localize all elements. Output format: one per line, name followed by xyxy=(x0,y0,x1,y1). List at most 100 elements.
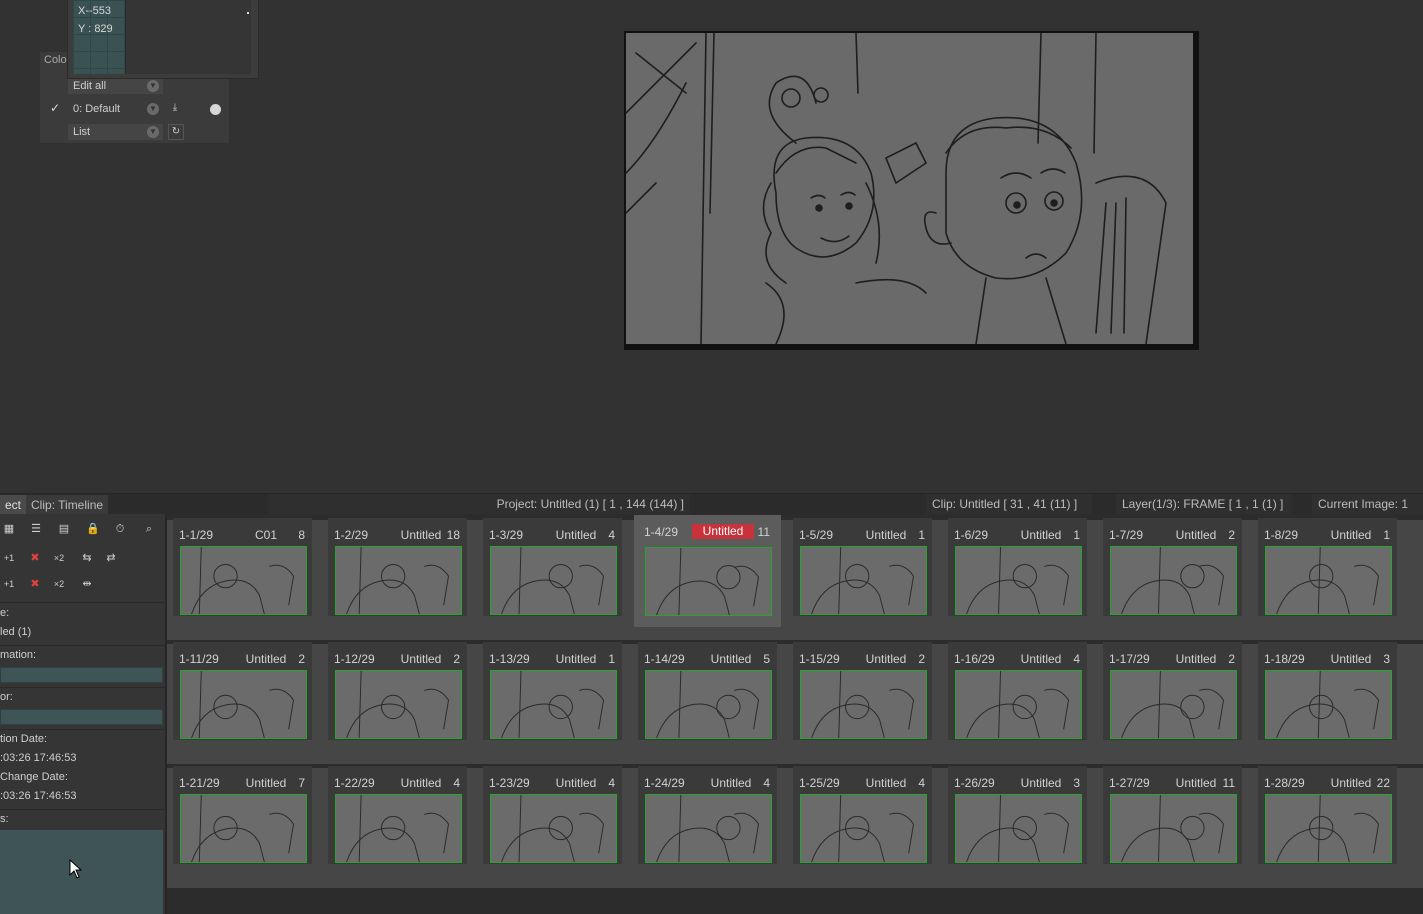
clip-image-count: 2 xyxy=(1228,652,1235,666)
delete-image-icon[interactable]: ✖ xyxy=(26,575,44,593)
clip-card[interactable]: 1-12/29 Untitled 2 xyxy=(328,642,467,740)
clip-thumbnail[interactable] xyxy=(955,546,1082,615)
edit-mode-select[interactable]: Edit all ▼ xyxy=(68,78,163,94)
move-clip-icon[interactable]: ⇆ xyxy=(78,549,96,567)
clip-name: Untitled xyxy=(1020,652,1062,666)
clip-thumbnail[interactable] xyxy=(1265,794,1392,863)
clip-card[interactable]: 1-16/29 Untitled 4 xyxy=(948,642,1087,740)
clip-card[interactable]: 1-13/29 Untitled 1 xyxy=(483,642,622,740)
clip-thumbnail[interactable] xyxy=(335,546,462,615)
delete-clip-icon[interactable]: ✖ xyxy=(26,549,44,567)
clip-card[interactable]: 1-5/29 Untitled 1 xyxy=(793,518,932,616)
check-icon[interactable]: ✓ xyxy=(50,101,60,115)
swap-clip-icon[interactable]: ⇄ xyxy=(102,549,120,567)
download-icon[interactable]: ⤓ xyxy=(168,101,182,115)
lock-icon[interactable]: 🔒 xyxy=(84,520,102,538)
clip-card[interactable]: 1-8/29 Untitled 1 xyxy=(1258,518,1397,616)
layer-status: Layer(1/3): FRAME [ 1 , 1 (1) ] xyxy=(1116,494,1291,515)
clip-header: 1-28/29 Untitled 22 xyxy=(1264,776,1394,790)
clip-name: Untitled xyxy=(865,776,907,790)
refresh-icon[interactable]: ↻ xyxy=(168,124,184,140)
clip-thumbnail[interactable] xyxy=(1265,670,1392,739)
add-clip-icon[interactable]: +1 xyxy=(0,549,18,567)
filmstrip-icon[interactable]: ▤ xyxy=(55,520,73,538)
clip-header: 1-1/29 C01 8 xyxy=(179,528,309,542)
layer-color-dot[interactable] xyxy=(210,104,221,115)
clip-thumbnail[interactable] xyxy=(180,670,307,739)
view-mode-select[interactable]: List ▼ xyxy=(68,124,163,140)
creation-date-label: tion Date: xyxy=(0,733,48,745)
layer-select[interactable]: 0: Default ▼ xyxy=(68,101,163,117)
tab-clip-timeline[interactable]: Clip: Timeline xyxy=(26,495,109,514)
clip-thumbnail[interactable] xyxy=(955,670,1082,739)
clip-header: 1-15/29 Untitled 2 xyxy=(799,652,929,666)
clip-image-count: 1 xyxy=(608,652,615,666)
clip-thumbnail[interactable] xyxy=(490,670,617,739)
list-view-icon[interactable]: ☰ xyxy=(27,520,45,538)
clip-card[interactable]: 1-17/29 Untitled 2 xyxy=(1103,642,1242,740)
clip-card[interactable]: 1-24/29 Untitled 4 xyxy=(638,766,777,864)
clip-card[interactable]: 1-7/29 Untitled 2 xyxy=(1103,518,1242,616)
clip-thumbnail[interactable] xyxy=(180,546,307,615)
clip-thumbnail[interactable] xyxy=(800,546,927,615)
clip-thumbnail[interactable] xyxy=(490,546,617,615)
add-image-icon[interactable]: +1 xyxy=(0,575,18,593)
clip-card[interactable]: 1-26/29 Untitled 3 xyxy=(948,766,1087,864)
clip-index: 1-17/29 xyxy=(1109,652,1150,666)
clip-card[interactable]: 1-28/29 Untitled 22 xyxy=(1258,766,1397,864)
clip-thumbnail[interactable] xyxy=(645,547,772,616)
clip-thumbnail[interactable] xyxy=(490,794,617,863)
timer-icon[interactable]: ⏱ xyxy=(111,520,129,538)
clip-card[interactable]: 1-11/29 Untitled 2 xyxy=(173,642,312,740)
information-field[interactable] xyxy=(0,667,163,683)
clip-image-count: 2 xyxy=(298,652,305,666)
duplicate-clip-icon[interactable]: ×2 xyxy=(50,549,68,567)
storyboard-frame[interactable] xyxy=(624,31,1199,350)
clip-image-count: 11 xyxy=(1222,776,1235,790)
clip-index: 1-16/29 xyxy=(954,652,995,666)
clip-image-count: 7 xyxy=(298,776,305,790)
edit-mode-value: Edit all xyxy=(73,80,107,92)
clip-card[interactable]: 1-15/29 Untitled 2 xyxy=(793,642,932,740)
clip-name: Untitled xyxy=(1020,528,1062,542)
clip-card[interactable]: 1-4/29 Untitled 11 xyxy=(634,515,781,627)
clip-index: 1-6/29 xyxy=(954,528,989,542)
clip-card[interactable]: 1-22/29 Untitled 4 xyxy=(328,766,467,864)
clip-card[interactable]: 1-23/29 Untitled 4 xyxy=(483,766,622,864)
clip-info-panel: ▦ ☰ ▤ 🔒 ⏱ ⌕ +1 ✖ ×2 ⇆ ⇄ +1 ✖ ×2 ⇹ e: led… xyxy=(0,514,167,914)
clip-thumbnail[interactable] xyxy=(1110,794,1237,863)
color-preview[interactable] xyxy=(125,0,251,74)
clip-card[interactable]: 1-27/29 Untitled 11 xyxy=(1103,766,1242,864)
clip-thumbnail[interactable] xyxy=(335,670,462,739)
grid-view-icon[interactable]: ▦ xyxy=(0,520,18,538)
duplicate-image-icon[interactable]: ×2 xyxy=(50,575,68,593)
clip-card[interactable]: 1-21/29 Untitled 7 xyxy=(173,766,312,864)
clip-thumbnail[interactable] xyxy=(1110,546,1237,615)
clip-card[interactable]: 1-2/29 Untitled 18 xyxy=(328,518,467,616)
clip-index: 1-25/29 xyxy=(799,776,840,790)
clip-thumbnail[interactable] xyxy=(800,670,927,739)
author-field[interactable] xyxy=(0,709,163,725)
clip-card[interactable]: 1-6/29 Untitled 1 xyxy=(948,518,1087,616)
split-icon[interactable]: ⇹ xyxy=(78,575,96,593)
clip-thumbnail[interactable] xyxy=(645,794,772,863)
clip-thumbnail[interactable] xyxy=(645,670,772,739)
clip-thumbnail[interactable] xyxy=(1110,670,1237,739)
clip-thumbnail[interactable] xyxy=(955,794,1082,863)
color-panel-tab[interactable]: Colo xyxy=(44,54,67,66)
chevron-down-icon: ▼ xyxy=(147,103,159,115)
tab-project[interactable]: ect xyxy=(0,495,27,514)
clip-card[interactable]: 1-14/29 Untitled 5 xyxy=(638,642,777,740)
clip-card[interactable]: 1-18/29 Untitled 3 xyxy=(1258,642,1397,740)
clip-card[interactable]: 1-1/29 C01 8 xyxy=(173,518,312,616)
divider xyxy=(0,645,165,646)
clip-thumbnail[interactable] xyxy=(1265,546,1392,615)
clip-header: 1-3/29 Untitled 4 xyxy=(489,528,619,542)
clip-card[interactable]: 1-25/29 Untitled 4 xyxy=(793,766,932,864)
clip-thumbnail[interactable] xyxy=(800,794,927,863)
clip-thumbnail[interactable] xyxy=(335,794,462,863)
clip-card[interactable]: 1-3/29 Untitled 4 xyxy=(483,518,622,616)
search-icon[interactable]: ⌕ xyxy=(140,520,158,538)
clip-thumbnail[interactable] xyxy=(180,794,307,863)
status-bar: ect Clip: Timeline Project: Untitled (1) … xyxy=(0,493,1423,515)
